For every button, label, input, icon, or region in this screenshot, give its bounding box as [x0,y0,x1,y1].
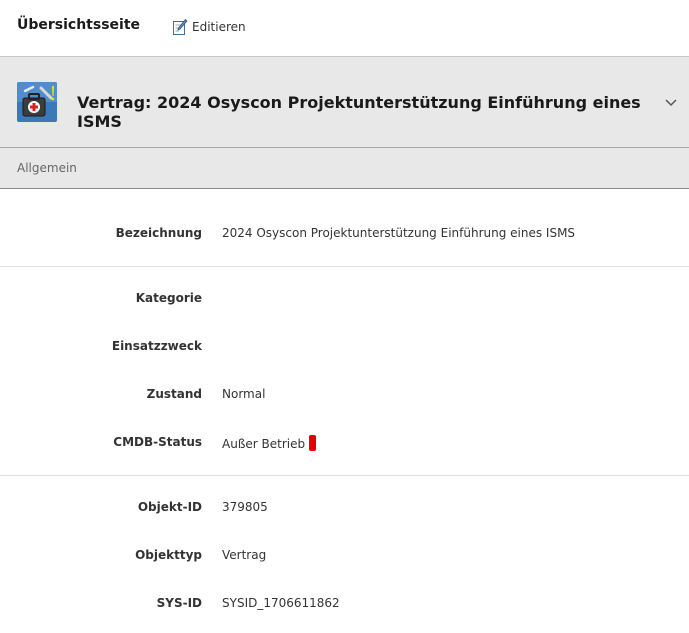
field-label: Zustand [146,387,202,401]
object-header: Vertrag: 2024 Osyscon Projektunterstützu… [0,57,689,148]
edit-pencil-icon [172,18,188,36]
field-label: Objekttyp [135,548,202,562]
field-row-kategorie: Kategorie [0,287,689,311]
section-label-allgemein[interactable]: Allgemein [17,161,77,175]
field-value: 379805 [222,500,268,514]
field-value: Normal [222,387,266,401]
field-row-einsatzzweck: Einsatzzweck [0,335,689,359]
field-label: Bezeichnung [115,226,202,240]
status-color-marker [309,435,317,451]
divider [0,475,689,476]
status-text: Außer Betrieb [222,437,306,451]
field-value: 2024 Osyscon Projektunterstützung Einfüh… [222,226,576,240]
field-label: Einsatzzweck [111,339,202,353]
edit-button-label: Editieren [192,20,246,34]
contract-toolbox-icon [17,82,57,122]
section-bar: Allgemein [0,148,689,189]
edit-button[interactable]: Editieren [172,17,246,37]
field-value: Vertrag [222,548,267,562]
field-row-cmdb-status: CMDB-Status Außer Betrieb [0,431,689,455]
object-title: Vertrag: 2024 Osyscon Projektunterstützu… [77,93,641,131]
field-label: SYS-ID [156,596,202,610]
field-label: Kategorie [135,291,202,305]
field-row-zustand: Zustand Normal [0,383,689,407]
field-row-bezeichnung: Bezeichnung 2024 Osyscon Projektunterstü… [0,222,689,246]
divider [0,266,689,267]
field-row-sys-id: SYS-ID SYSID_1706611862 [0,592,689,616]
field-row-objekt-id: Objekt-ID 379805 [0,496,689,520]
field-row-objekttyp: Objekttyp Vertrag [0,544,689,568]
page-title: Übersichtsseite [17,17,141,33]
top-toolbar: Übersichtsseite Editieren [0,0,689,57]
field-label: CMDB-Status [113,435,202,449]
field-label: Objekt-ID [137,500,202,514]
field-value-cmdb-status: Außer Betrieb [222,435,317,451]
chevron-down-icon[interactable] [663,95,679,109]
field-value: SYSID_1706611862 [222,596,340,610]
